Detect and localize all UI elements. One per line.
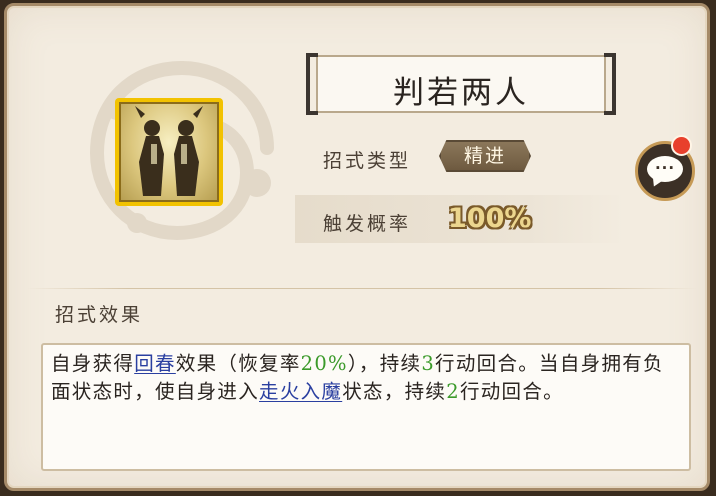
trigger-rate-label: 触发概率	[323, 213, 412, 235]
skill-detail-panel: 判若两人 招式类型 精进 触发概率 100% ··· 招式效果 自身获得回春效果…	[4, 3, 710, 491]
chat-dots: ···	[654, 159, 676, 177]
effect-text-segment: 状态，持续	[342, 380, 447, 403]
effect-text-segment: ），持续	[347, 352, 422, 375]
notification-dot	[671, 135, 692, 156]
skill-name-banner: 判若两人	[306, 53, 616, 115]
effect-description: 自身获得回春效果（恢复率20%），持续3行动回合。当自身拥有负面状态时，使自身进…	[51, 350, 683, 406]
skill-type-badge: 精进	[439, 140, 531, 172]
effect-number: 3	[421, 352, 436, 375]
section-divider	[27, 288, 697, 289]
effect-text-segment: 自身获得	[51, 352, 135, 375]
effect-number: 2	[446, 380, 460, 403]
skill-type-label: 招式类型	[323, 150, 412, 172]
effect-keyword-link[interactable]: 走火入魔	[259, 380, 342, 403]
effect-text-segment: 行动回合。	[459, 380, 564, 403]
skill-name: 判若两人	[393, 75, 529, 111]
effect-text-segment: 效果（恢复率	[175, 352, 301, 375]
trigger-rate-value: 100%	[448, 203, 532, 234]
effect-section-title: 招式效果	[55, 304, 144, 326]
effect-keyword-link[interactable]: 回春	[134, 352, 176, 375]
effect-number: 20%	[300, 352, 348, 375]
twin-figures-icon	[135, 106, 203, 196]
skill-icon[interactable]	[115, 98, 223, 206]
